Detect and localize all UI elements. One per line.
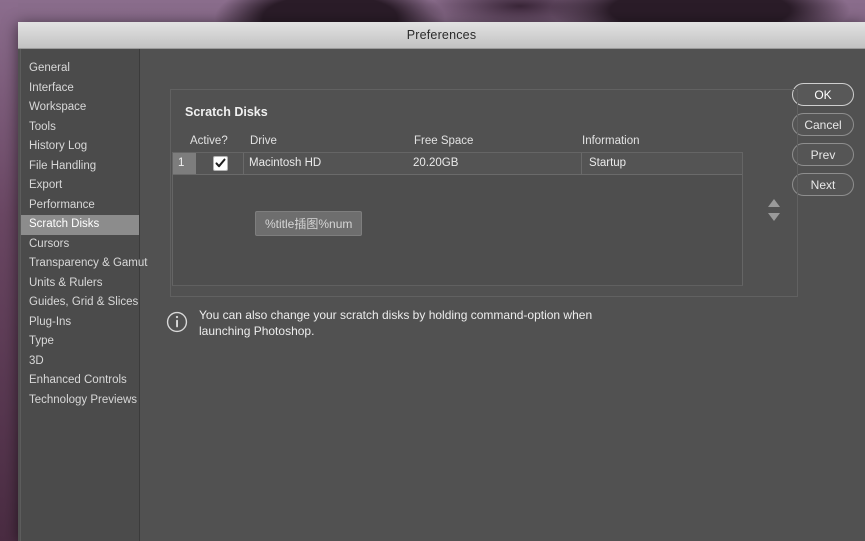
scratch-disks-group-label: Scratch Disks bbox=[178, 105, 275, 119]
sidebar-item-interface[interactable]: Interface bbox=[21, 79, 139, 99]
info-icon bbox=[166, 311, 188, 333]
sidebar-item-enhanced-controls[interactable]: Enhanced Controls bbox=[21, 371, 139, 391]
dialog-titlebar[interactable]: Preferences bbox=[18, 22, 865, 49]
sidebar-item-cursors[interactable]: Cursors bbox=[21, 235, 139, 255]
active-checkbox[interactable] bbox=[212, 156, 228, 171]
cell-information: Startup bbox=[581, 153, 626, 174]
column-header-information: Information bbox=[582, 135, 640, 147]
placeholder-token[interactable]: %title插图%num bbox=[255, 211, 363, 236]
sidebar-item-transparency-gamut[interactable]: Transparency & Gamut bbox=[21, 254, 147, 274]
sidebar-item-scratch-disks[interactable]: Scratch Disks bbox=[21, 215, 139, 235]
checkmark-icon bbox=[215, 158, 225, 168]
move-down-arrow-icon[interactable] bbox=[768, 213, 780, 221]
sidebar-item-type[interactable]: Type bbox=[21, 332, 139, 352]
column-header-drive: Drive bbox=[250, 135, 277, 147]
sidebar-item-export[interactable]: Export bbox=[21, 176, 139, 196]
ok-button[interactable]: OK bbox=[792, 83, 854, 106]
dialog-button-column: OK Cancel Prev Next bbox=[792, 83, 854, 203]
sidebar-item-technology-previews[interactable]: Technology Previews bbox=[21, 391, 139, 411]
reorder-arrows bbox=[766, 199, 782, 227]
cancel-button[interactable]: Cancel bbox=[792, 113, 854, 136]
sidebar-item-plug-ins[interactable]: Plug-Ins bbox=[21, 313, 139, 333]
column-header-active: Active? bbox=[190, 135, 228, 147]
preferences-dialog: Preferences General Interface Workspace Too… bbox=[18, 22, 865, 541]
move-up-arrow-icon[interactable] bbox=[768, 199, 780, 207]
cell-free-space: 20.20GB bbox=[413, 157, 459, 169]
row-active-checkbox-cell[interactable] bbox=[197, 153, 244, 174]
prev-button[interactable]: Prev bbox=[792, 143, 854, 166]
sidebar-item-3d[interactable]: 3D bbox=[21, 352, 139, 372]
sidebar-item-guides-grid-slices[interactable]: Guides, Grid & Slices bbox=[21, 293, 139, 313]
column-header-free-space: Free Space bbox=[414, 135, 474, 147]
dialog-title: Preferences bbox=[406, 28, 477, 42]
table-row[interactable]: 1 Macintosh HD 20.20GB Startup bbox=[173, 153, 742, 175]
sidebar-item-units-rulers[interactable]: Units & Rulers bbox=[21, 274, 139, 294]
row-number: 1 bbox=[173, 153, 196, 174]
sidebar-item-performance[interactable]: Performance bbox=[21, 196, 139, 216]
scratch-disks-table-header: Active? Drive Free Space Information bbox=[186, 135, 786, 151]
next-button[interactable]: Next bbox=[792, 173, 854, 196]
dialog-body: General Interface Workspace Tools History Lo… bbox=[18, 49, 865, 541]
info-note: You can also change your scratch disks b… bbox=[166, 307, 636, 339]
sidebar-item-general[interactable]: General bbox=[21, 59, 139, 79]
wallpaper-left-strip bbox=[0, 0, 18, 541]
sidebar-item-file-handling[interactable]: File Handling bbox=[21, 157, 139, 177]
sidebar-item-workspace[interactable]: Workspace bbox=[21, 98, 139, 118]
info-note-text: You can also change your scratch disks b… bbox=[199, 308, 593, 338]
sidebar-item-history-log[interactable]: History Log bbox=[21, 137, 139, 157]
sidebar-item-tools[interactable]: Tools bbox=[21, 118, 139, 138]
preferences-category-list[interactable]: General Interface Workspace Tools History Lo… bbox=[20, 49, 147, 541]
cell-drive: Macintosh HD bbox=[249, 157, 322, 169]
